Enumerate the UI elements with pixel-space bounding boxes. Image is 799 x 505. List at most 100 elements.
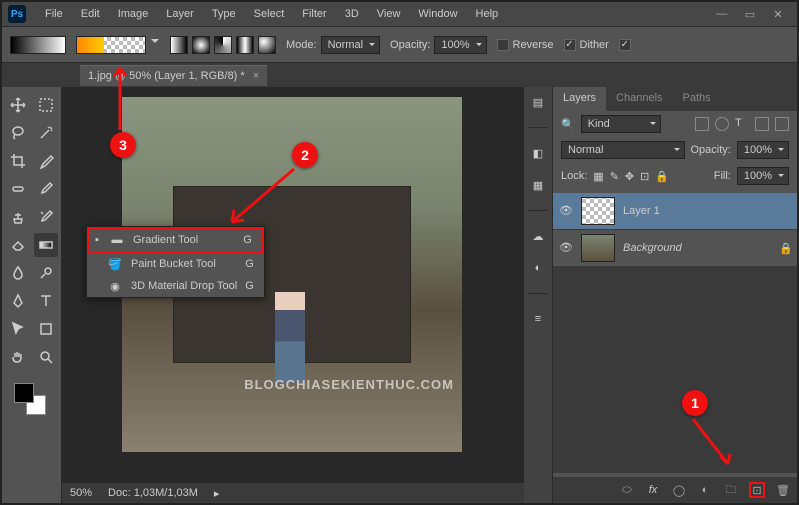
properties-panel-icon[interactable]: ≡ — [529, 310, 547, 328]
menu-help[interactable]: Help — [467, 8, 508, 20]
lock-position-icon[interactable]: ✥ — [625, 170, 634, 183]
reverse-checkbox[interactable] — [497, 39, 509, 51]
menu-select[interactable]: Select — [245, 8, 294, 20]
menu-item-3d-material-drop-tool[interactable]: ◉ 3D Material Drop Tool G — [87, 275, 264, 297]
maximize-button[interactable]: ▭ — [743, 7, 757, 21]
layer-thumbnail[interactable] — [581, 234, 615, 262]
menu-3d[interactable]: 3D — [336, 8, 368, 20]
angle-gradient-button[interactable] — [214, 36, 232, 54]
menu-edit[interactable]: Edit — [72, 8, 109, 20]
doc-size-label: Doc: — [108, 487, 131, 499]
minimize-button[interactable]: ― — [715, 7, 729, 21]
menu-window[interactable]: Window — [409, 8, 466, 20]
eyedropper-tool[interactable] — [34, 149, 58, 173]
layer-blend-mode-dropdown[interactable]: Normal — [561, 141, 685, 159]
brush-tool[interactable] — [34, 177, 58, 201]
collapsed-panel-dock: ▤ ◧ ▦ ☁ ◐ ≡ — [524, 87, 552, 503]
zoom-tool[interactable] — [34, 345, 58, 369]
marquee-tool[interactable] — [34, 93, 58, 117]
close-button[interactable]: ✕ — [771, 7, 785, 21]
close-tab-icon[interactable]: × — [253, 70, 259, 82]
delete-layer-icon[interactable]: 🗑 — [775, 482, 791, 498]
filter-pixel-icon[interactable] — [695, 117, 709, 131]
menu-filter[interactable]: Filter — [293, 8, 335, 20]
hand-tool[interactable] — [6, 345, 30, 369]
libraries-panel-icon[interactable]: ☁ — [529, 227, 547, 245]
callout-2: 2 — [292, 142, 318, 168]
layer-row[interactable]: 👁 Layer 1 — [553, 193, 797, 230]
filter-smart-icon[interactable] — [775, 117, 789, 131]
healing-brush-tool[interactable] — [6, 177, 30, 201]
dither-checkbox[interactable] — [564, 39, 576, 51]
group-layers-icon[interactable]: 🗀 — [723, 482, 739, 498]
document-tab[interactable]: 1.jpg @ 50% (Layer 1, RGB/8) * × — [80, 65, 267, 86]
gradient-picker[interactable] — [76, 36, 146, 54]
lock-pixels-icon[interactable]: ✎ — [610, 170, 619, 183]
arrow-2 — [222, 164, 302, 234]
diamond-gradient-button[interactable] — [258, 36, 276, 54]
status-chevron-icon[interactable]: ▸ — [214, 487, 220, 500]
lasso-tool[interactable] — [6, 121, 30, 145]
visibility-toggle-icon[interactable]: 👁 — [559, 204, 573, 218]
doc-size-value: 1,03M/1,03M — [134, 487, 198, 499]
filter-adjustment-icon[interactable] — [715, 117, 729, 131]
lock-all-icon[interactable]: 🔒 — [655, 170, 669, 183]
adjustments-panel-icon[interactable]: ◐ — [529, 259, 547, 277]
menu-view[interactable]: View — [368, 8, 410, 20]
menu-item-paint-bucket-tool[interactable]: 🪣 Paint Bucket Tool G — [87, 253, 264, 275]
layer-row[interactable]: 👁 Background 🔒 — [553, 230, 797, 267]
history-panel-icon[interactable]: ▤ — [529, 93, 547, 111]
swatches-panel-icon[interactable]: ▦ — [529, 176, 547, 194]
dodge-tool[interactable] — [34, 261, 58, 285]
path-selection-tool[interactable] — [6, 317, 30, 341]
arrow-3 — [110, 60, 130, 134]
zoom-level[interactable]: 50% — [70, 487, 92, 499]
link-layers-icon[interactable]: ⬭ — [619, 482, 635, 498]
radial-gradient-button[interactable] — [192, 36, 210, 54]
tab-layers[interactable]: Layers — [553, 87, 606, 111]
layer-opacity-input[interactable]: 100% — [737, 141, 789, 159]
magic-wand-tool[interactable] — [34, 121, 58, 145]
blur-tool[interactable] — [6, 261, 30, 285]
layer-effects-icon[interactable]: fx — [645, 482, 661, 498]
eraser-tool[interactable] — [6, 233, 30, 257]
color-panel-icon[interactable]: ◧ — [529, 144, 547, 162]
filter-shape-icon[interactable] — [755, 117, 769, 131]
3d-material-icon: ◉ — [107, 279, 123, 293]
color-swatches[interactable] — [14, 383, 46, 415]
layer-thumbnail[interactable] — [581, 197, 615, 225]
tab-paths[interactable]: Paths — [673, 87, 721, 111]
pen-tool[interactable] — [6, 289, 30, 313]
foreground-background-gradient-icon[interactable] — [10, 36, 66, 54]
lock-transparency-icon[interactable]: ▦ — [593, 170, 603, 183]
foreground-color[interactable] — [14, 383, 34, 403]
new-layer-icon[interactable]: ⊡ — [749, 482, 765, 498]
menu-layer[interactable]: Layer — [157, 8, 203, 20]
gradient-tool[interactable] — [34, 233, 58, 257]
visibility-toggle-icon[interactable]: 👁 — [559, 241, 573, 255]
fill-input[interactable]: 100% — [737, 167, 789, 185]
history-brush-tool[interactable] — [34, 205, 58, 229]
menu-file[interactable]: File — [36, 8, 72, 20]
add-mask-icon[interactable]: ◯ — [671, 482, 687, 498]
layer-filter-dropdown[interactable]: Kind — [581, 115, 661, 133]
blend-mode-dropdown[interactable]: Normal — [321, 36, 380, 54]
menu-image[interactable]: Image — [109, 8, 158, 20]
menu-type[interactable]: Type — [203, 8, 245, 20]
adjustment-layer-icon[interactable]: ◐ — [697, 482, 713, 498]
layers-panel: Layers Channels Paths 🔍 Kind T Normal Op… — [552, 87, 797, 503]
linear-gradient-button[interactable] — [170, 36, 188, 54]
crop-tool[interactable] — [6, 149, 30, 173]
type-tool[interactable] — [34, 289, 58, 313]
transparency-checkbox[interactable] — [619, 39, 631, 51]
opacity-input[interactable]: 100% — [434, 36, 486, 54]
layer-name[interactable]: Background — [623, 242, 771, 254]
move-tool[interactable] — [6, 93, 30, 117]
layer-name[interactable]: Layer 1 — [623, 205, 791, 217]
tab-channels[interactable]: Channels — [606, 87, 672, 111]
shape-tool[interactable] — [34, 317, 58, 341]
lock-artboard-icon[interactable]: ⊡ — [640, 170, 649, 183]
search-icon[interactable]: 🔍 — [561, 118, 575, 131]
reflected-gradient-button[interactable] — [236, 36, 254, 54]
clone-stamp-tool[interactable] — [6, 205, 30, 229]
